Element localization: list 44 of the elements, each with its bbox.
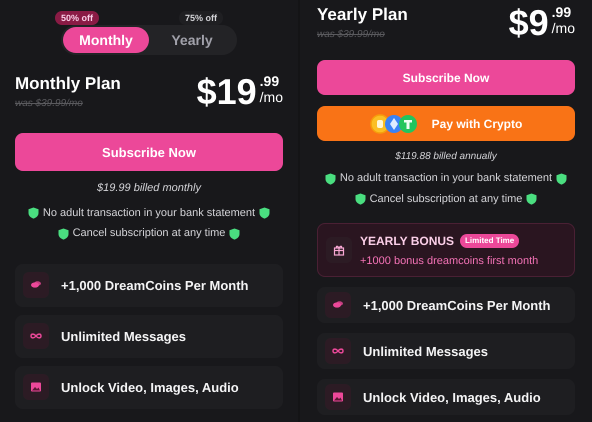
price-cents: .99 [260,74,280,88]
billing-note: $119.88 billed annually [394,150,498,164]
shield-icon [556,172,568,184]
plan-title: Monthly Plan [15,73,121,94]
guarantee-text: No adult transaction in your bank statement [340,171,552,186]
limited-time-badge: Limited Time [460,234,520,248]
billing-tab[interactable]: Yearly [149,27,235,53]
subscribe-button[interactable]: Subscribe Now [15,133,283,172]
image-icon [331,390,345,404]
guarantee-text: Cancel subscription at any time [370,192,522,207]
shield-icon [28,207,39,219]
crypto-button[interactable]: Pay with Crypto [317,106,575,142]
price-period: /mo [552,21,575,36]
plan-title: Yearly Plan [317,4,408,26]
guarantee-text: No adult transaction in your bank statement [42,206,256,221]
price-period: /mo [260,90,283,104]
shield-icon [229,228,240,240]
old-price: was $39.99/mo [317,28,386,42]
subscribe-button[interactable]: Subscribe Now [317,60,575,96]
shield-icon [324,172,336,184]
billing-tab[interactable]: Monthly [63,27,149,53]
bonus-text: +1000 bonus dreamcoins first month [360,254,538,268]
shield-icon [526,193,538,205]
feature-label: Unlimited Messages [61,328,186,346]
feature-label: Unlock Video, Images, Audio [61,378,239,397]
billing-note: $19.99 billed monthly [96,181,202,196]
gift-icon [332,243,346,258]
price-cents: .99 [552,5,572,20]
image-icon [29,380,43,394]
feature-label: Unlimited Messages [363,342,488,361]
crypto-coins-icon [370,114,420,134]
discount-badge: 50% off [55,11,100,25]
shield-icon [58,228,69,240]
old-price: was $39.99/mo [15,97,84,112]
price: $19 [196,74,257,110]
guarantee-text: Cancel subscription at any time [72,226,226,242]
bonus-title: YEARLY BONUS [360,232,454,250]
discount-badge: 75% off [179,11,224,25]
shield-icon [259,207,270,219]
feature-label: +1,000 DreamCoins Per Month [61,276,248,294]
shield-icon [354,193,366,205]
feature-label: +1,000 DreamCoins Per Month [363,296,550,314]
feature-label: Unlock Video, Images, Audio [363,388,541,407]
price: $9 [508,5,549,42]
